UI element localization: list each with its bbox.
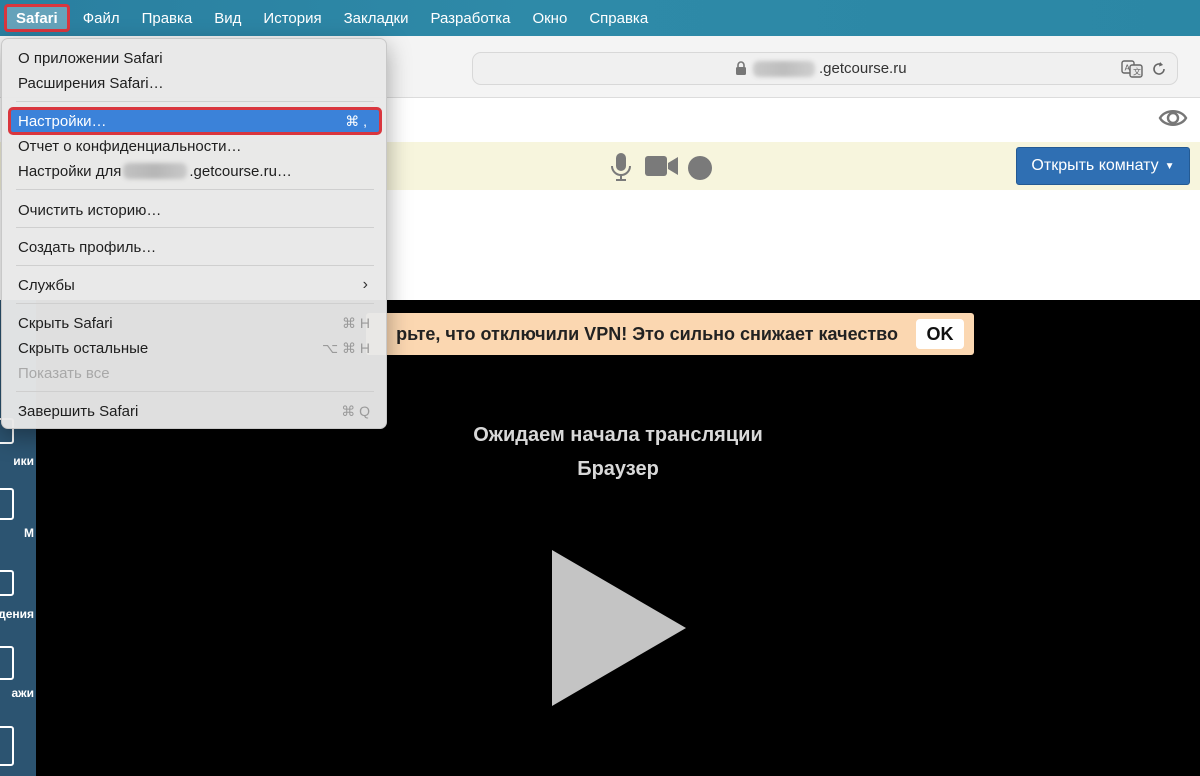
menu-safari[interactable]: Safari <box>4 4 70 32</box>
translate-icon[interactable]: A 文 <box>1121 60 1143 78</box>
menu-item-label: Скрыть остальные <box>18 339 149 357</box>
svg-text:A: A <box>1125 64 1131 73</box>
sidebar-item-2[interactable]: М <box>0 480 36 550</box>
menu-item-shortcut: ⌘ H <box>342 314 370 331</box>
menu-item-shortcut: ⌘ , <box>345 112 367 129</box>
sidebar-item-label: ики <box>13 454 34 468</box>
menu-item-extensions[interactable]: Расширения Safari… <box>8 71 382 95</box>
menu-item-about[interactable]: О приложении Safari <box>8 46 382 70</box>
blurred-domain <box>753 61 815 77</box>
svg-text:文: 文 <box>1133 67 1141 77</box>
open-room-button[interactable]: Открыть комнату ▼ <box>1016 147 1190 185</box>
menu-develop[interactable]: Разработка <box>420 4 522 32</box>
url-text: .getcourse.ru <box>819 60 907 77</box>
sidebar-item-label: М <box>24 526 34 540</box>
sidebar-item-4[interactable]: ажи <box>0 640 36 710</box>
sidebar-icon <box>0 726 14 766</box>
menu-item-settings[interactable]: Настройки… ⌘ , <box>8 107 382 135</box>
menu-file[interactable]: Файл <box>72 4 131 32</box>
menu-item-shortcut: ⌘ Q <box>341 402 370 419</box>
microphone-icon[interactable] <box>610 152 632 182</box>
menu-item-label-prefix: Настройки для <box>18 162 122 180</box>
lock-icon <box>736 61 746 75</box>
menu-item-label: Отчет о конфиденциальности… <box>18 137 242 155</box>
menu-item-shortcut: ⌥ ⌘ H <box>321 339 370 356</box>
play-icon[interactable] <box>552 550 686 706</box>
menu-item-label-suffix: .getcourse.ru… <box>189 162 292 180</box>
waiting-subtitle: Браузер <box>577 458 659 480</box>
menu-item-site-settings[interactable]: Настройки для .getcourse.ru… <box>8 159 382 183</box>
menu-separator <box>16 227 374 228</box>
mail-icon <box>0 570 14 596</box>
menu-history[interactable]: История <box>252 4 332 32</box>
menu-item-label: Расширения Safari… <box>18 74 164 92</box>
camera-icon[interactable] <box>645 155 679 177</box>
menu-separator <box>16 101 374 102</box>
menu-item-label: О приложении Safari <box>18 49 163 67</box>
menu-window[interactable]: Окно <box>521 4 578 32</box>
vpn-warning-banner: рьте, что отключили VPN! Это сильно сниж… <box>366 313 974 355</box>
menu-bookmarks[interactable]: Закладки <box>333 4 420 32</box>
menu-item-hide-others[interactable]: Скрыть остальные ⌥ ⌘ H <box>8 336 382 360</box>
chevron-down-icon: ▼ <box>1164 160 1175 172</box>
menu-item-create-profile[interactable]: Создать профиль… <box>8 235 382 259</box>
safari-menu: О приложении Safari Расширения Safari… Н… <box>1 38 387 429</box>
menu-help[interactable]: Справка <box>578 4 659 32</box>
menu-item-label: Настройки… <box>18 112 107 130</box>
menu-separator <box>16 189 374 190</box>
menu-view[interactable]: Вид <box>203 4 252 32</box>
menu-item-services[interactable]: Службы › <box>8 273 382 297</box>
menu-bar: Safari Файл Правка Вид История Закладки … <box>0 0 1200 36</box>
ok-button[interactable]: OK <box>916 319 964 349</box>
menu-item-show-all: Показать все <box>8 361 382 385</box>
menu-item-privacy-report[interactable]: Отчет о конфиденциальности… <box>8 134 382 158</box>
menu-item-label: Показать все <box>18 364 110 382</box>
menu-item-label: Очистить историю… <box>18 201 162 219</box>
record-icon[interactable] <box>688 156 712 180</box>
menu-item-quit[interactable]: Завершить Safari ⌘ Q <box>8 399 382 423</box>
sidebar-icon <box>0 488 14 520</box>
sidebar-item-5[interactable] <box>0 720 36 776</box>
reload-icon[interactable] <box>1151 60 1167 78</box>
menu-item-label: Создать профиль… <box>18 238 157 256</box>
sidebar-item-3[interactable]: дения <box>0 562 36 632</box>
menu-item-clear-history[interactable]: Очистить историю… <box>8 198 382 222</box>
address-bar[interactable]: .getcourse.ru A 文 <box>472 52 1178 85</box>
vpn-warning-text: рьте, что отключили VPN! Это сильно сниж… <box>396 323 898 344</box>
open-room-label: Открыть комнату <box>1031 157 1159 174</box>
blurred-domain <box>123 163 188 179</box>
menu-item-label: Завершить Safari <box>18 402 139 420</box>
eye-icon[interactable] <box>1158 106 1188 130</box>
menu-separator <box>16 391 374 392</box>
sidebar-icon <box>0 646 14 680</box>
menu-separator <box>16 265 374 266</box>
menu-item-hide-safari[interactable]: Скрыть Safari ⌘ H <box>8 311 382 335</box>
menu-item-label: Службы <box>18 276 75 294</box>
sidebar-item-label: ажи <box>11 686 34 700</box>
menu-edit[interactable]: Правка <box>131 4 204 32</box>
sidebar-item-label: дения <box>0 607 34 621</box>
menu-item-label: Скрыть Safari <box>18 314 113 332</box>
menu-separator <box>16 303 374 304</box>
chevron-right-icon: › <box>362 276 368 293</box>
